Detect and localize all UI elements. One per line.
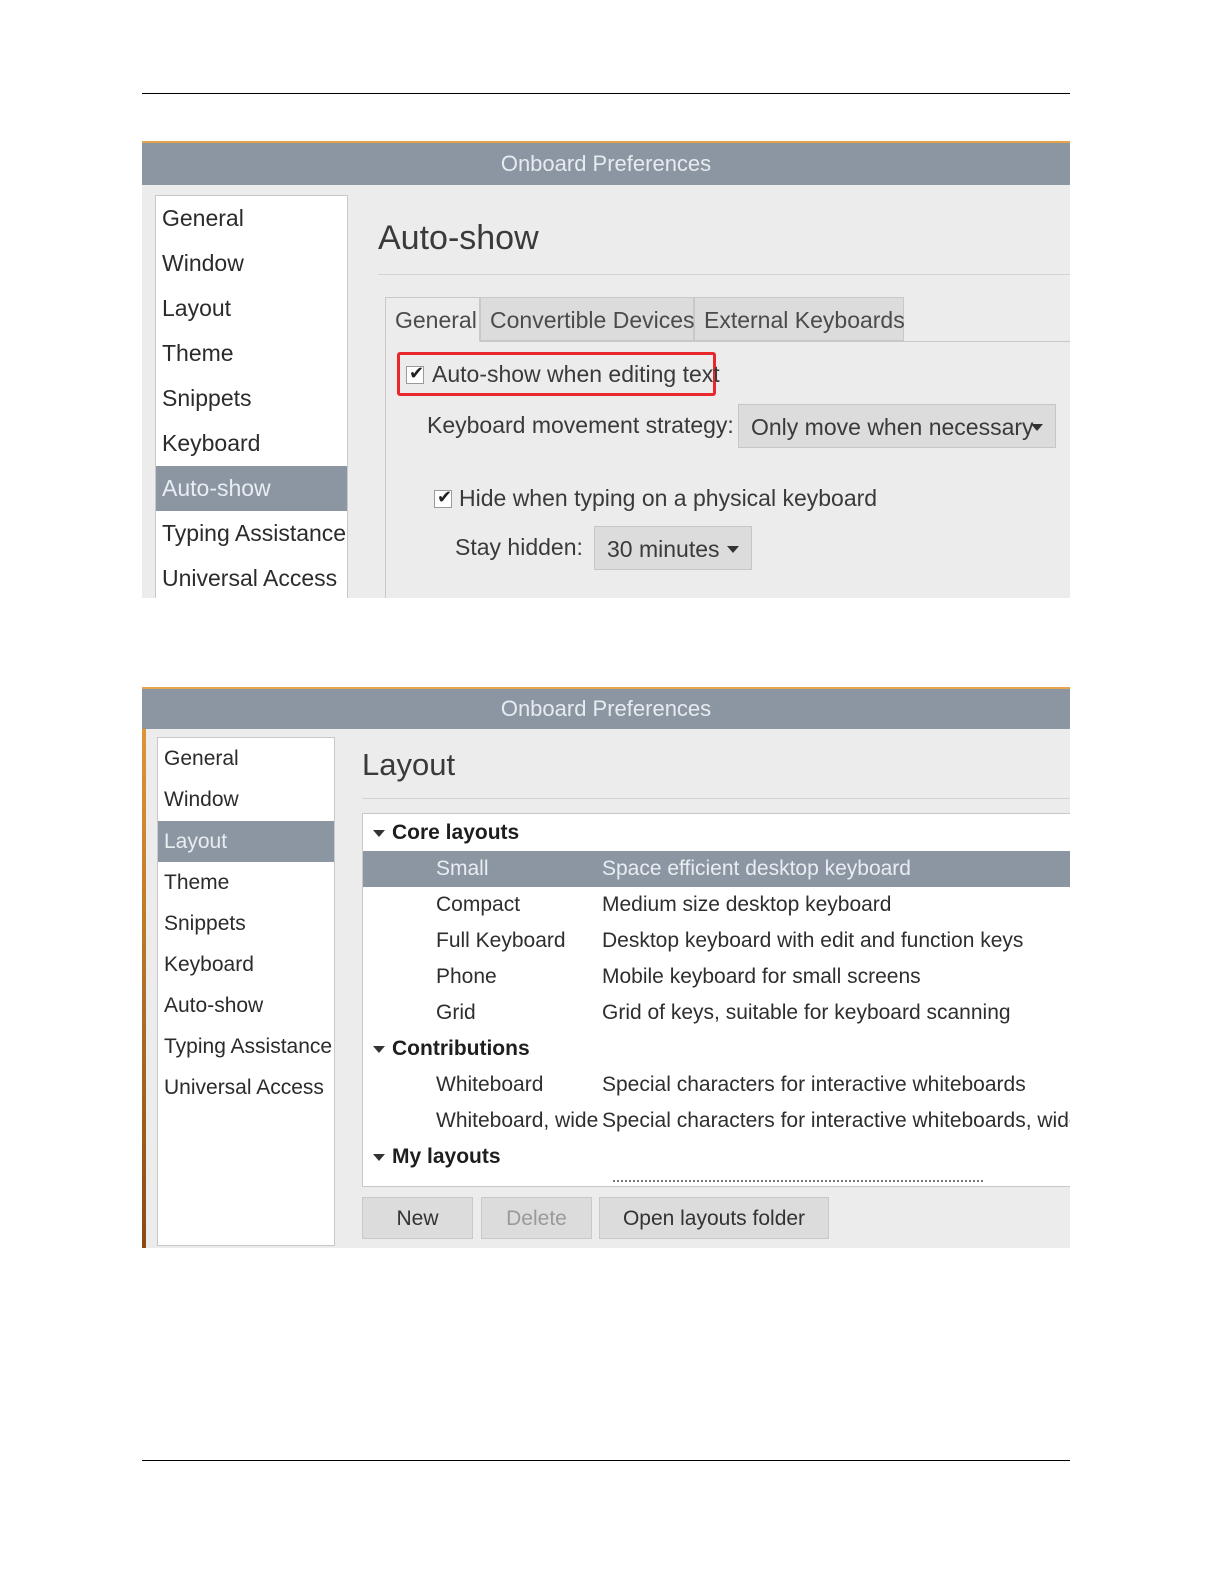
expander-arrow-icon[interactable]	[373, 1154, 385, 1161]
dropdown-arrow-icon	[1031, 424, 1043, 431]
tab-general[interactable]: General	[385, 297, 480, 342]
sidebar-item-typing-assistance[interactable]: Typing Assistance	[156, 511, 347, 556]
sidebar-item-typing-assistance[interactable]: Typing Assistance	[158, 1026, 334, 1067]
sidebar-item-auto-show[interactable]: Auto-show	[156, 466, 347, 511]
expander-arrow-icon[interactable]	[373, 1046, 385, 1053]
layout-preferences-window: Onboard Preferences General Window Layou…	[142, 687, 1070, 1248]
tab-external-keyboards[interactable]: External Keyboards	[694, 297, 905, 341]
sidebar-item-window[interactable]: Window	[158, 779, 334, 820]
sidebar-item-keyboard[interactable]: Keyboard	[156, 421, 347, 466]
tree-row[interactable]: Phone Mobile keyboard for small screens	[363, 959, 1070, 995]
layout-description: Special characters for interactive white…	[602, 1109, 1070, 1132]
stay-hidden-value: 30 minutes	[607, 536, 720, 562]
stay-hidden-label: Stay hidden:	[455, 534, 583, 560]
window-title: Onboard Preferences	[142, 143, 1070, 185]
layout-description: Medium size desktop keyboard	[602, 893, 892, 916]
title-separator	[362, 798, 1070, 799]
group-label: Contributions	[392, 1037, 530, 1060]
layout-description: Special characters for interactive white…	[602, 1073, 1026, 1096]
auto-show-label: Auto-show when editing text	[432, 361, 720, 387]
tab-convertible-devices[interactable]: Convertible Devices	[480, 297, 695, 341]
sidebar-item-general[interactable]: General	[158, 738, 334, 779]
open-layouts-folder-button[interactable]: Open layouts folder	[599, 1197, 829, 1239]
autoshow-preferences-window: Onboard Preferences General Window Layou…	[142, 141, 1070, 598]
layouts-tree: Core layouts Small Space efficient deskt…	[362, 813, 1070, 1187]
sidebar-item-general[interactable]: General	[156, 196, 347, 241]
expander-arrow-icon[interactable]	[373, 830, 385, 837]
hide-physical-keyboard-checkbox[interactable]: ✔	[434, 487, 453, 508]
preferences-sidebar: General Window Layout Theme Snippets Key…	[157, 737, 335, 1246]
preferences-sidebar: General Window Layout Theme Snippets Key…	[155, 195, 348, 598]
group-label: My layouts	[392, 1145, 501, 1168]
layout-description: Mobile keyboard for small screens	[602, 965, 921, 988]
page-title: Layout	[362, 747, 456, 782]
sidebar-item-theme[interactable]: Theme	[156, 331, 347, 376]
movement-strategy-value: Only move when necessary	[751, 414, 1034, 440]
sidebar-item-keyboard[interactable]: Keyboard	[158, 944, 334, 985]
movement-strategy-dropdown[interactable]: Only move when necessary	[738, 404, 1056, 448]
movement-strategy-label: Keyboard movement strategy:	[427, 412, 734, 438]
tree-row[interactable]: Full Keyboard Desktop keyboard with edit…	[363, 923, 1070, 959]
layout-description: Desktop keyboard with edit and function …	[602, 929, 1024, 952]
sidebar-item-universal-access[interactable]: Universal Access	[158, 1067, 334, 1108]
layout-name: Compact	[436, 893, 521, 916]
layout-name: Phone	[436, 965, 497, 988]
tree-row[interactable]: Compact Medium size desktop keyboard	[363, 887, 1070, 923]
new-layout-button[interactable]: New	[362, 1197, 473, 1239]
layout-name: Small	[436, 857, 489, 880]
auto-show-checkbox[interactable]: ✔	[406, 363, 425, 384]
page-title: Auto-show	[378, 219, 539, 257]
layout-description: Space efficient desktop keyboard	[602, 857, 911, 880]
sidebar-item-window[interactable]: Window	[156, 241, 347, 286]
stay-hidden-dropdown[interactable]: 30 minutes	[594, 526, 752, 570]
page-bottom-rule	[142, 1460, 1070, 1461]
window-title: Onboard Preferences	[142, 689, 1070, 729]
layout-name: Full Keyboard	[436, 929, 566, 952]
tree-row[interactable]: Grid Grid of keys, suitable for keyboard…	[363, 995, 1070, 1031]
tree-row[interactable]: Whiteboard, wide Special characters for …	[363, 1103, 1070, 1139]
sidebar-item-layout[interactable]: Layout	[158, 821, 334, 862]
desktop-edge	[142, 687, 146, 1248]
layout-description: Grid of keys, suitable for keyboard scan…	[602, 1001, 1011, 1024]
hide-physical-keyboard-label: Hide when typing on a physical keyboard	[459, 485, 878, 511]
tree-row[interactable]: Small Space efficient desktop keyboard	[363, 851, 1070, 887]
delete-layout-button[interactable]: Delete	[481, 1197, 592, 1239]
title-separator	[378, 274, 1070, 275]
clipped-row-fragment	[613, 1180, 983, 1184]
sidebar-item-snippets[interactable]: Snippets	[158, 903, 334, 944]
tree-group-core-layouts[interactable]: Core layouts	[363, 815, 1070, 851]
sidebar-item-universal-access[interactable]: Universal Access	[156, 556, 347, 598]
layout-name: Whiteboard, wide	[436, 1109, 599, 1132]
page-top-rule	[142, 93, 1070, 94]
sidebar-item-snippets[interactable]: Snippets	[156, 376, 347, 421]
group-label: Core layouts	[392, 821, 520, 844]
sidebar-item-theme[interactable]: Theme	[158, 862, 334, 903]
layout-name: Whiteboard	[436, 1073, 544, 1096]
checkmark-icon: ✔	[437, 487, 453, 507]
tree-group-contributions[interactable]: Contributions	[363, 1031, 1070, 1067]
tree-row[interactable]: Whiteboard Special characters for intera…	[363, 1067, 1070, 1103]
tree-group-my-layouts[interactable]: My layouts	[363, 1139, 1070, 1175]
sidebar-item-auto-show[interactable]: Auto-show	[158, 985, 334, 1026]
layout-name: Grid	[436, 1001, 476, 1024]
dropdown-arrow-icon	[727, 546, 739, 553]
sidebar-item-layout[interactable]: Layout	[156, 286, 347, 331]
checkmark-icon: ✔	[409, 363, 425, 383]
